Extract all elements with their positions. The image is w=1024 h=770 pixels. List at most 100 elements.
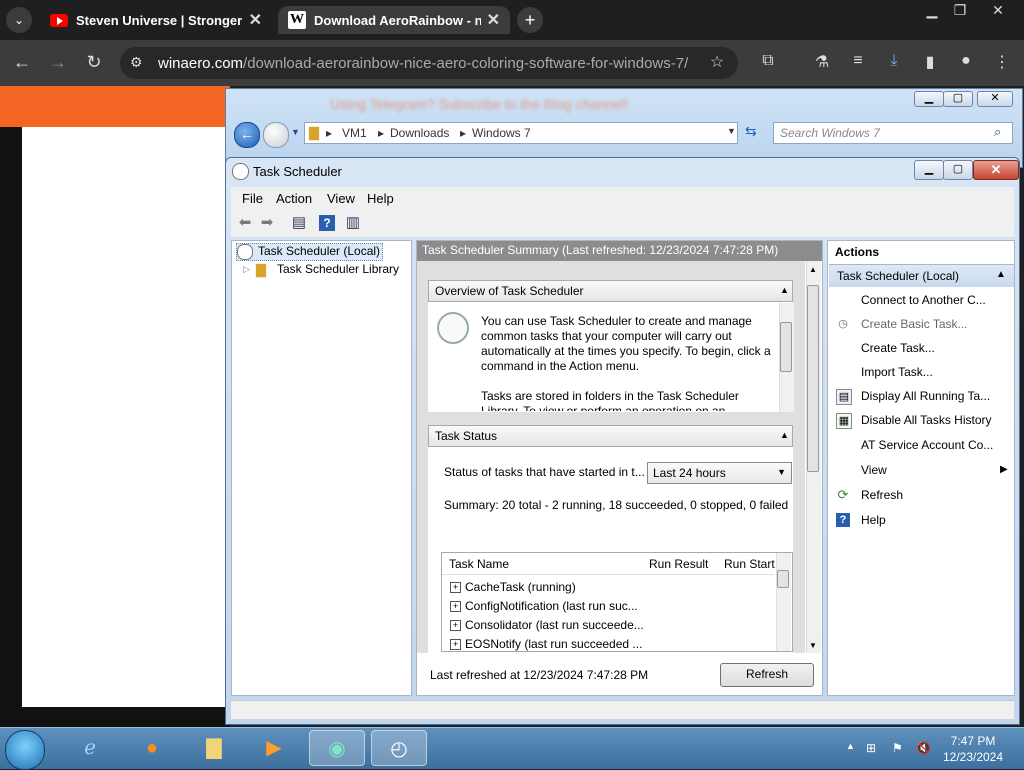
- app-green-icon[interactable]: ◉: [309, 730, 365, 766]
- download-icon[interactable]: ⤓: [882, 52, 906, 70]
- reading-list-icon[interactable]: ≡: [846, 52, 870, 70]
- table-row[interactable]: + Consolidator (last run succeede...: [450, 618, 644, 632]
- explorer-close-icon[interactable]: ✕: [977, 91, 1013, 107]
- table-row[interactable]: + ConfigNotification (last run suc...: [450, 599, 638, 613]
- back-arrow-icon[interactable]: ⬅: [235, 213, 255, 233]
- close-button[interactable]: ✕: [973, 160, 1019, 180]
- action-refresh[interactable]: Refresh: [861, 488, 903, 502]
- extensions-icon[interactable]: ⧉: [756, 52, 780, 70]
- close-tab-icon[interactable]: ✕: [249, 10, 262, 30]
- forward-arrow-icon[interactable]: ➡: [257, 213, 277, 233]
- task-scheduler-taskbar-icon[interactable]: ◴: [371, 730, 427, 766]
- column-task-name[interactable]: Task Name: [449, 557, 509, 571]
- media-player-icon[interactable]: ▶: [246, 730, 302, 766]
- window-title: Task Scheduler: [253, 164, 342, 179]
- scroll-down-icon[interactable]: ▼: [809, 641, 817, 650]
- column-run-start[interactable]: Run Start: [724, 557, 775, 571]
- expand-icon[interactable]: +: [450, 601, 461, 613]
- overview-scroll-thumb[interactable]: [780, 322, 792, 372]
- path-dropdown-icon[interactable]: ▼: [727, 126, 736, 136]
- show-hide-action-pane-icon[interactable]: ▥: [343, 213, 363, 233]
- collapse-icon[interactable]: ▲: [996, 269, 1006, 280]
- tree-library-label[interactable]: Task Scheduler Library: [277, 262, 399, 276]
- action-create-task[interactable]: Create Task...: [861, 341, 935, 355]
- grid-scrollbar[interactable]: [776, 553, 791, 651]
- action-view[interactable]: View: [861, 463, 887, 477]
- system-clock[interactable]: 7:47 PM 12/23/2024: [937, 733, 1009, 765]
- refresh-icon: ⟳: [837, 487, 849, 502]
- file-explorer-icon[interactable]: ▇: [186, 730, 242, 766]
- start-button[interactable]: [5, 730, 45, 770]
- refresh-path-icon[interactable]: ⇆: [745, 123, 757, 140]
- explorer-back-button[interactable]: ←: [234, 122, 260, 148]
- side-panel-icon[interactable]: ▮: [918, 52, 942, 72]
- explorer-minimize-icon[interactable]: ▁: [914, 91, 944, 107]
- tab-steven-universe[interactable]: Steven Universe | Stronger Than You ✕: [40, 6, 272, 34]
- action-disable-history[interactable]: Disable All Tasks History: [861, 413, 992, 427]
- maximize-button[interactable]: ▢: [943, 160, 973, 180]
- expand-icon[interactable]: ▷: [243, 264, 250, 275]
- status-period-dropdown[interactable]: Last 24 hours ▼: [647, 462, 792, 484]
- breadcrumb-sep-icon: ▸: [460, 126, 467, 140]
- menu-action[interactable]: Action: [276, 191, 312, 206]
- action-center-flag-icon[interactable]: ⚑: [892, 741, 903, 755]
- search-icon[interactable]: ⌕: [994, 124, 1001, 140]
- history-icon: ▦: [836, 413, 852, 429]
- create-basic-task-icon: ◷: [838, 318, 848, 330]
- breadcrumb-vm1[interactable]: VM1: [342, 126, 367, 140]
- reload-icon[interactable]: ↻: [82, 52, 106, 73]
- menu-file[interactable]: File: [242, 191, 263, 206]
- menu-icon[interactable]: ⋮: [990, 52, 1014, 72]
- bookmark-star-icon[interactable]: ☆: [705, 52, 729, 72]
- breadcrumb-downloads[interactable]: Downloads: [390, 126, 449, 140]
- explorer-search-input[interactable]: Search Windows 7: [773, 122, 1013, 144]
- summary-scroll-thumb[interactable]: [807, 285, 819, 472]
- forward-icon[interactable]: →: [46, 52, 70, 73]
- minimize-button[interactable]: ▁: [914, 160, 944, 180]
- explorer-forward-button[interactable]: [263, 122, 289, 148]
- table-row[interactable]: + CacheTask (running): [450, 580, 576, 594]
- close-tab-icon[interactable]: ✕: [487, 10, 500, 30]
- menu-view[interactable]: View: [327, 191, 355, 206]
- volume-muted-icon[interactable]: 🔇: [916, 741, 931, 755]
- tab-search-button[interactable]: ⌄: [6, 7, 32, 33]
- collapse-icon[interactable]: ▲: [780, 285, 789, 295]
- internet-explorer-icon[interactable]: ℯ: [62, 730, 118, 766]
- action-display-running[interactable]: Display All Running Ta...: [861, 389, 990, 403]
- show-hide-tree-icon[interactable]: ▤: [289, 213, 309, 233]
- show-hidden-icons[interactable]: ▲: [846, 741, 855, 751]
- task-scheduler-icon: [232, 163, 249, 180]
- back-icon[interactable]: ←: [10, 52, 34, 73]
- menu-help[interactable]: Help: [367, 191, 394, 206]
- firefox-icon[interactable]: ●: [124, 730, 180, 766]
- column-run-result[interactable]: Run Result: [649, 557, 708, 571]
- recent-pages-icon[interactable]: ▼: [291, 127, 300, 137]
- labs-icon[interactable]: ⚗: [810, 52, 834, 72]
- network-icon[interactable]: ⊞: [866, 741, 876, 755]
- grid-scroll-thumb[interactable]: [777, 570, 789, 588]
- new-tab-button[interactable]: +: [517, 7, 543, 33]
- collapse-icon[interactable]: ▲: [780, 430, 789, 440]
- restore-icon[interactable]: ❐: [942, 2, 978, 20]
- help-icon[interactable]: ?: [319, 215, 335, 231]
- action-help[interactable]: Help: [861, 513, 886, 527]
- refresh-button[interactable]: Refresh: [720, 663, 814, 687]
- explorer-maximize-icon[interactable]: ▢: [943, 91, 973, 107]
- action-import-task[interactable]: Import Task...: [861, 365, 933, 379]
- breadcrumb-windows7[interactable]: Windows 7: [472, 126, 531, 140]
- overview-section-header[interactable]: Overview of Task Scheduler: [428, 280, 793, 302]
- expand-icon[interactable]: +: [450, 582, 461, 594]
- expand-icon[interactable]: +: [450, 639, 461, 651]
- url-text[interactable]: winaero.com/download-aerorainbow-nice-ae…: [158, 55, 688, 72]
- expand-icon[interactable]: +: [450, 620, 461, 632]
- table-row[interactable]: + EOSNotify (last run succeeded ...: [450, 637, 642, 651]
- action-connect[interactable]: Connect to Another C...: [861, 293, 986, 307]
- close-window-icon[interactable]: ✕: [980, 2, 1016, 20]
- tab-aerorainbow[interactable]: W Download AeroRainbow - nice Aero color…: [278, 6, 510, 34]
- scroll-up-icon[interactable]: ▲: [809, 265, 817, 274]
- action-create-basic-task[interactable]: Create Basic Task...: [861, 317, 968, 331]
- site-info-icon[interactable]: ⚙: [130, 54, 143, 71]
- task-status-section-header[interactable]: Task Status: [428, 425, 793, 447]
- profile-icon[interactable]: ●: [954, 52, 978, 70]
- action-at-service-account[interactable]: AT Service Account Co...: [861, 438, 993, 452]
